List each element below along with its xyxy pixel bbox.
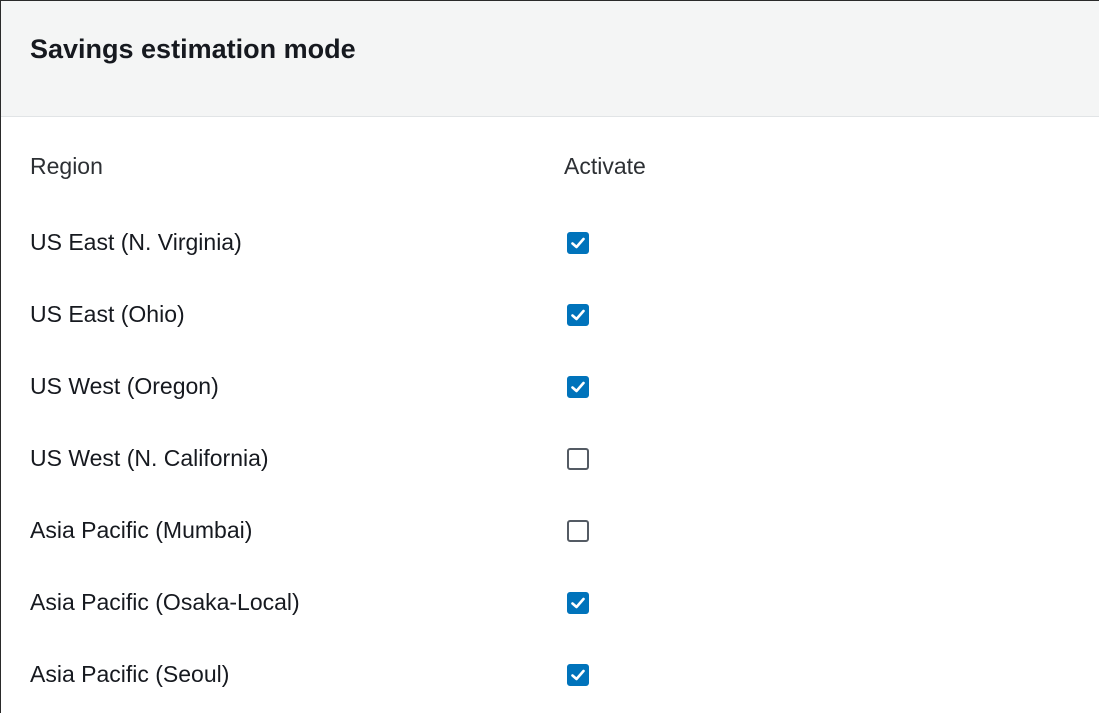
region-label: US East (N. Virginia) [30, 229, 242, 255]
page-title: Savings estimation mode [30, 34, 356, 64]
activate-checkbox[interactable] [567, 448, 589, 470]
table-row: US West (N. California) [30, 426, 1099, 498]
region-label: US East (Ohio) [30, 301, 185, 327]
table-header: Region Activate [30, 153, 1099, 189]
column-header-activate: Activate [564, 153, 646, 179]
region-label: Asia Pacific (Mumbai) [30, 517, 253, 543]
table-row: US East (Ohio) [30, 282, 1099, 354]
checkmark-icon [571, 669, 585, 681]
table-row: US West (Oregon) [30, 354, 1099, 426]
table-row: Asia Pacific (Mumbai) [30, 498, 1099, 570]
region-label: US West (Oregon) [30, 373, 219, 399]
region-label: US West (N. California) [30, 445, 269, 471]
activate-checkbox[interactable] [567, 376, 589, 398]
table-row: Asia Pacific (Seoul) [30, 642, 1099, 714]
region-label: Asia Pacific (Seoul) [30, 661, 230, 687]
checkmark-icon [571, 597, 585, 609]
checkmark-icon [571, 381, 585, 393]
activate-checkbox[interactable] [567, 232, 589, 254]
checkmark-icon [571, 309, 585, 321]
table-row: US East (N. Virginia) [30, 210, 1099, 282]
activate-checkbox[interactable] [567, 664, 589, 686]
activate-checkbox[interactable] [567, 520, 589, 542]
checkmark-icon [571, 237, 585, 249]
savings-estimation-panel: Savings estimation mode Region Activate … [0, 0, 1099, 713]
region-list: US East (N. Virginia) US East (Ohio) US … [30, 210, 1099, 714]
activate-checkbox[interactable] [567, 304, 589, 326]
table-row: Asia Pacific (Osaka-Local) [30, 570, 1099, 642]
activate-checkbox[interactable] [567, 592, 589, 614]
panel-header: Savings estimation mode [1, 1, 1099, 117]
region-label: Asia Pacific (Osaka-Local) [30, 589, 300, 615]
column-header-region: Region [30, 153, 103, 179]
